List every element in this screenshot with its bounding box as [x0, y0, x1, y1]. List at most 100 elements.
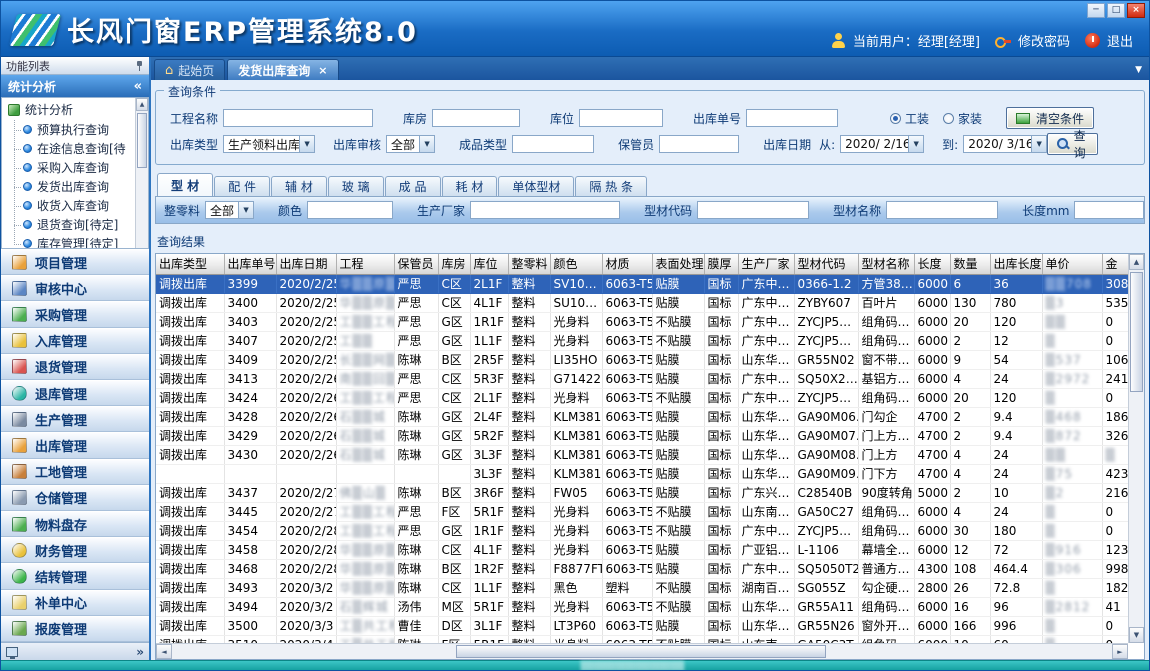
table-row[interactable]: 调拨出库34682020/2/28华▒▒原▒陈琳B区1R2F整料F8877FT6… [156, 559, 1128, 578]
table-row[interactable]: 调拨出库34292020/2/26石▒▒城陈琳G区5R2F整料KLM381760… [156, 426, 1128, 445]
column-header[interactable]: 型材名称 [858, 254, 914, 274]
sidebar-item-inbound[interactable]: 入库管理 [1, 328, 149, 354]
tree-scrollbar[interactable]: ▲ [135, 98, 148, 248]
material-tab-chengpin[interactable]: 成 品 [385, 176, 441, 196]
sidebar-item-audit[interactable]: 审核中心 [1, 275, 149, 301]
material-tab-danti-xingcai[interactable]: 单体型材 [498, 176, 574, 196]
column-header[interactable]: 出库单号 [224, 254, 276, 274]
scrollbar-thumb[interactable] [456, 645, 826, 658]
table-row[interactable]: 调拨出库34582020/2/28华▒▒原▒陈琳C区4L1F整料光身料6063-… [156, 540, 1128, 559]
sidebar-item-supplement[interactable]: 补单中心 [1, 590, 149, 616]
table-row[interactable]: 调拨出库35102020/3/4工▒共工程陈琳F区5R1F整料光身料6063-T… [156, 635, 1128, 643]
table-row[interactable]: 调拨出库33992020/2/25华▒▒原▒严思C区2L1F整料SV10…606… [156, 274, 1128, 293]
pin-icon[interactable] [135, 61, 144, 71]
logout-link[interactable]: 退出 [1107, 31, 1133, 50]
column-header[interactable]: 保管员 [394, 254, 438, 274]
search-button[interactable]: 查 询 [1047, 133, 1098, 155]
material-tab-fucai[interactable]: 辅 材 [271, 176, 327, 196]
column-header[interactable]: 生产厂家 [738, 254, 794, 274]
sidebar-item-warehouse[interactable]: 仓储管理 [1, 485, 149, 511]
tab-home[interactable]: ⌂起始页 [154, 59, 225, 80]
column-header[interactable]: 单价 [1042, 254, 1102, 274]
table-row[interactable]: 调拨出库34242020/2/26工▒▒工程严思C区2L1F整料光身料6063-… [156, 388, 1128, 407]
sidebar-item-finance[interactable]: 财务管理 [1, 537, 149, 563]
sidebar-item-scrap[interactable]: 报废管理 [1, 616, 149, 642]
close-button[interactable]: × [1127, 3, 1145, 18]
tree-item[interactable]: 预算执行查询 [2, 120, 148, 139]
keeper-input[interactable] [659, 135, 739, 153]
product-type-input[interactable] [512, 135, 594, 153]
tree-item[interactable]: 退货查询[待定] [2, 215, 148, 234]
table-row[interactable]: 调拨出库34072020/2/25工▒▒严思G区1L1F整料光身料6063-T5… [156, 331, 1128, 350]
column-header[interactable]: 出库长度 [990, 254, 1042, 274]
table-row[interactable]: 调拨出库34282020/2/26石▒▒城陈琳G区2L4F整料KLM381760… [156, 407, 1128, 426]
collapse-icon[interactable]: « [134, 79, 142, 94]
length-input[interactable] [1074, 201, 1144, 219]
material-tab-haocai[interactable]: 耗 材 [442, 176, 498, 196]
material-tab-boli[interactable]: 玻 璃 [328, 176, 384, 196]
sidebar-item-production[interactable]: 生产管理 [1, 406, 149, 432]
column-header[interactable]: 膜厚 [704, 254, 738, 274]
sidebar-item-return-stock[interactable]: 退库管理 [1, 380, 149, 406]
column-header[interactable]: 出库日期 [276, 254, 336, 274]
material-tab-gerietiao[interactable]: 隔 热 条 [575, 176, 647, 196]
computer-icon[interactable] [6, 647, 18, 657]
tree-item[interactable]: 发货出库查询 [2, 177, 148, 196]
table-row[interactable]: 3L3F整料KLM38176063-T5贴膜国标山东华…GA90M09…门下方4… [156, 464, 1128, 483]
sidebar-item-inventory[interactable]: 物料盘存 [1, 511, 149, 537]
sidebar-item-return-goods[interactable]: 退货管理 [1, 354, 149, 380]
tree-item[interactable]: 收货入库查询 [2, 196, 148, 215]
vertical-scrollbar[interactable]: ▲ ▼ [1128, 254, 1144, 643]
outbound-order-input[interactable] [746, 109, 838, 127]
column-header[interactable]: 库位 [470, 254, 508, 274]
column-header[interactable]: 型材代码 [794, 254, 858, 274]
column-header[interactable]: 工程 [336, 254, 394, 274]
more-icon[interactable]: » [136, 645, 144, 659]
column-header[interactable]: 出库类型 [156, 254, 224, 274]
color-input[interactable] [307, 201, 393, 219]
scroll-right-icon[interactable]: ► [1112, 644, 1128, 659]
tab-shipping-outbound-query[interactable]: 发货出库查询× [227, 59, 338, 80]
outbound-type-select[interactable]: 生产领料出库 ▼ [223, 135, 315, 153]
outbound-audit-select[interactable]: 全部 ▼ [386, 135, 435, 153]
tab-close-icon[interactable]: × [318, 64, 327, 77]
table-row[interactable]: 调拨出库34092020/2/25长▒▒网▒陈琳B区2R5F整料LI35HO60… [156, 350, 1128, 369]
minimize-button[interactable]: ─ [1087, 3, 1105, 18]
table-row[interactable]: 调拨出库34132020/2/26南▒▒回▒严思C区5R3F整料G7142260… [156, 369, 1128, 388]
tree-item[interactable]: 库存管理[待定] [2, 234, 148, 249]
horizontal-scrollbar[interactable]: ◄ ► [156, 643, 1128, 659]
column-header[interactable]: 整零料 [508, 254, 550, 274]
date-to-picker[interactable]: 2020/ 3/16 ▼ [963, 135, 1047, 153]
table-row[interactable]: 调拨出库34452020/2/27工▒▒工程严思F区5R1F整料光身料6063-… [156, 502, 1128, 521]
table-row[interactable]: 调拨出库34032020/2/25工▒▒工程严思G区1R1F整料光身料6063-… [156, 312, 1128, 331]
scroll-up-icon[interactable]: ▲ [136, 98, 148, 111]
profile-name-input[interactable] [886, 201, 998, 219]
manufacturer-input[interactable] [470, 201, 620, 219]
tree-item[interactable]: 采购入库查询 [2, 158, 148, 177]
sidebar-item-purchase[interactable]: 采购管理 [1, 301, 149, 327]
column-header[interactable]: 材质 [602, 254, 652, 274]
sidebar-item-site[interactable]: 工地管理 [1, 459, 149, 485]
table-row[interactable]: 调拨出库35002020/3/3工▒共工程曹佳D区3L1F整料LT3P60606… [156, 616, 1128, 635]
change-password-link[interactable]: 修改密码 [1018, 31, 1070, 50]
whole-part-select[interactable]: 全部 ▼ [205, 201, 254, 219]
scroll-down-icon[interactable]: ▼ [1129, 627, 1144, 643]
material-tab-peijian[interactable]: 配 件 [214, 176, 270, 196]
location-input[interactable] [579, 109, 663, 127]
section-header-statistics[interactable]: 统计分析 « [1, 75, 149, 97]
scroll-left-icon[interactable]: ◄ [156, 644, 172, 659]
scrollbar-thumb[interactable] [137, 113, 147, 168]
tree-root-node[interactable]: 统计分析 [2, 98, 148, 120]
column-header[interactable]: 表面处理 [652, 254, 704, 274]
table-row[interactable]: 调拨出库34932020/3/2华▒▒原▒陈琳C区1L1F整料黑色塑料不贴膜国标… [156, 578, 1128, 597]
sidebar-item-carryover[interactable]: 结转管理 [1, 563, 149, 589]
sidebar-item-project[interactable]: 项目管理 [1, 249, 149, 275]
column-header[interactable]: 颜色 [550, 254, 602, 274]
radio-gongzhuang[interactable]: 工装 [890, 110, 929, 127]
table-row[interactable]: 调拨出库34302020/2/26石▒▒城陈琳G区3L3F整料KLM381760… [156, 445, 1128, 464]
tree-item[interactable]: 在途信息查询[待 [2, 139, 148, 158]
material-tab-xingcai[interactable]: 型 材 [157, 173, 213, 196]
project-name-input[interactable] [223, 109, 373, 127]
radio-jiazhuang[interactable]: 家装 [943, 110, 982, 127]
table-row[interactable]: 调拨出库34372020/2/27佛▒山▒陈琳B区3R6F整料FW056063-… [156, 483, 1128, 502]
